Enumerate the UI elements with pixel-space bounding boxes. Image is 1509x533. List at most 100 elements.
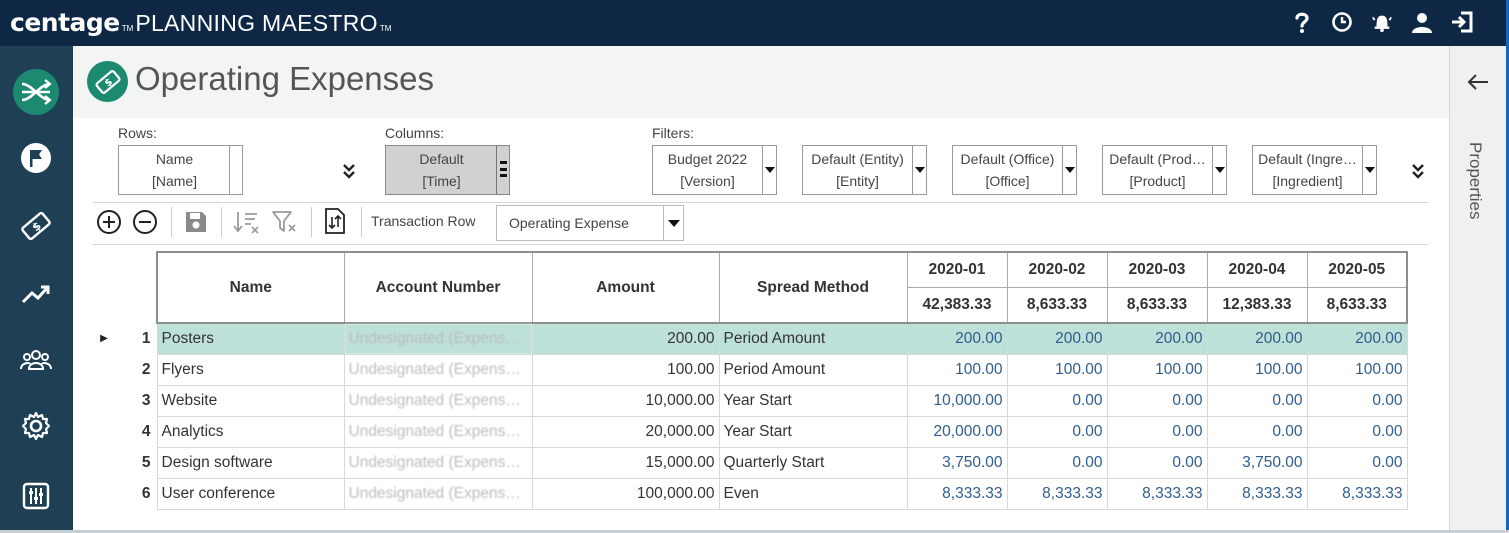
filter-version-dropdown-icon[interactable]: [762, 146, 776, 194]
cell-name[interactable]: Design software: [156, 447, 345, 479]
cell-amount[interactable]: 100.00: [532, 354, 720, 386]
cell-period-value[interactable]: 0.00: [1107, 385, 1208, 417]
cell-amount[interactable]: 100,000.00: [532, 478, 720, 510]
clear-filter-icon[interactable]: [271, 208, 299, 236]
table-row[interactable]: 2 Flyers Undesignated (Expens… 100.00 Pe…: [93, 354, 1408, 386]
cell-period-value[interactable]: 100.00: [907, 354, 1008, 386]
filters-expand-chevron-icon[interactable]: [1411, 161, 1425, 183]
columns-pivot-box[interactable]: Default [Time]: [385, 145, 510, 195]
cell-period-value[interactable]: 8,333.33: [1107, 478, 1208, 510]
cell-period-value[interactable]: 3,750.00: [1207, 447, 1308, 479]
cell-period-value[interactable]: 100.00: [1207, 354, 1308, 386]
save-icon[interactable]: [182, 208, 210, 236]
cell-name[interactable]: User conference: [156, 478, 345, 510]
table-row[interactable]: 5 Design software Undesignated (Expens… …: [93, 447, 1408, 479]
cell-account[interactable]: Undesignated (Expens…: [344, 416, 533, 448]
cell-spread[interactable]: Even: [719, 478, 908, 510]
sliders-icon[interactable]: [12, 474, 60, 518]
cell-period-value[interactable]: 200.00: [907, 323, 1008, 355]
cell-period-value[interactable]: 0.00: [1207, 416, 1308, 448]
cell-account[interactable]: Undesignated (Expens…: [344, 447, 533, 479]
rows-expand-chevron-icon[interactable]: [342, 161, 356, 183]
filter-entity[interactable]: Default (Entity) [Entity]: [802, 145, 927, 195]
column-header-spread[interactable]: Spread Method: [718, 251, 908, 324]
column-header-period[interactable]: 2020-02: [1006, 251, 1108, 288]
cell-account[interactable]: Undesignated (Expens…: [344, 354, 533, 386]
trend-icon[interactable]: [12, 272, 60, 316]
cell-spread[interactable]: Quarterly Start: [719, 447, 908, 479]
row-number[interactable]: 6: [115, 478, 157, 509]
cell-amount[interactable]: 15,000.00: [532, 447, 720, 479]
column-header-period[interactable]: 2020-01: [906, 251, 1008, 288]
column-header-period[interactable]: 2020-04: [1206, 251, 1308, 288]
rows-pivot-box[interactable]: Name [Name]: [118, 145, 243, 195]
table-row[interactable]: 6 User conference Undesignated (Expens… …: [93, 478, 1408, 510]
column-header-amount[interactable]: Amount: [531, 251, 720, 324]
cell-period-value[interactable]: 0.00: [1007, 416, 1108, 448]
cell-amount[interactable]: 20,000.00: [532, 416, 720, 448]
cell-period-value[interactable]: 8,333.33: [1007, 478, 1108, 510]
cell-period-value[interactable]: 8,333.33: [907, 478, 1008, 510]
row-number[interactable]: 1: [115, 323, 157, 354]
column-header-name[interactable]: Name: [156, 251, 345, 324]
row-number[interactable]: 3: [115, 385, 157, 416]
filter-ingredient[interactable]: Default (Ingre… [Ingredient]: [1252, 145, 1377, 195]
cell-spread[interactable]: Year Start: [719, 416, 908, 448]
cell-amount[interactable]: 10,000.00: [532, 385, 720, 417]
clear-sort-icon[interactable]: [233, 208, 261, 236]
cell-period-value[interactable]: 200.00: [1307, 323, 1408, 355]
cell-period-value[interactable]: 0.00: [1007, 447, 1108, 479]
cell-name[interactable]: Analytics: [156, 416, 345, 448]
cell-period-value[interactable]: 200.00: [1207, 323, 1308, 355]
cell-name[interactable]: Posters: [156, 323, 345, 355]
filter-entity-dropdown-icon[interactable]: [912, 146, 926, 194]
column-header-period[interactable]: 2020-03: [1106, 251, 1208, 288]
help-icon[interactable]: [1291, 9, 1313, 35]
filter-version[interactable]: Budget 2022 [Version]: [652, 145, 777, 195]
cell-account[interactable]: Undesignated (Expens…: [344, 323, 533, 355]
cell-period-value[interactable]: 200.00: [1007, 323, 1108, 355]
expense-icon[interactable]: $: [12, 204, 60, 248]
add-row-icon[interactable]: [95, 208, 123, 236]
table-row[interactable]: 4 Analytics Undesignated (Expens… 20,000…: [93, 416, 1408, 448]
row-number[interactable]: 2: [115, 354, 157, 385]
user-icon[interactable]: [1411, 9, 1433, 35]
cell-spread[interactable]: Period Amount: [719, 354, 908, 386]
clock-icon[interactable]: [1331, 9, 1353, 35]
table-row[interactable]: ▶ 1 Posters Undesignated (Expens… 200.00…: [93, 323, 1408, 355]
cell-spread[interactable]: Period Amount: [719, 323, 908, 355]
filter-product[interactable]: Default (Prod… [Product]: [1102, 145, 1227, 195]
cell-period-value[interactable]: 0.00: [1107, 447, 1208, 479]
settings-icon[interactable]: [12, 404, 60, 448]
row-number[interactable]: 4: [115, 416, 157, 447]
cell-period-value[interactable]: 0.00: [1307, 416, 1408, 448]
remove-row-icon[interactable]: [131, 208, 159, 236]
cell-period-value[interactable]: 100.00: [1307, 354, 1408, 386]
cell-name[interactable]: Website: [156, 385, 345, 417]
column-header-period[interactable]: 2020-05: [1306, 251, 1408, 288]
cell-spread[interactable]: Year Start: [719, 385, 908, 417]
column-header-account[interactable]: Account Number: [343, 251, 533, 324]
cell-period-value[interactable]: 200.00: [1107, 323, 1208, 355]
logout-icon[interactable]: [1451, 9, 1473, 35]
cell-account[interactable]: Undesignated (Expens…: [344, 385, 533, 417]
import-export-icon[interactable]: [321, 207, 349, 235]
filter-ingredient-dropdown-icon[interactable]: [1362, 146, 1376, 194]
columns-menu-icon[interactable]: [500, 161, 507, 177]
cell-period-value[interactable]: 8,333.33: [1307, 478, 1408, 510]
workflow-icon[interactable]: [12, 69, 60, 115]
flag-icon[interactable]: [12, 136, 60, 180]
cell-period-value[interactable]: 0.00: [1307, 385, 1408, 417]
cell-period-value[interactable]: 8,333.33: [1207, 478, 1308, 510]
team-icon[interactable]: [12, 338, 60, 382]
transaction-row-select[interactable]: Operating Expense: [496, 205, 684, 241]
cell-account[interactable]: Undesignated (Expens…: [344, 478, 533, 510]
cell-period-value[interactable]: 0.00: [1307, 447, 1408, 479]
cell-period-value[interactable]: 100.00: [1107, 354, 1208, 386]
row-number[interactable]: 5: [115, 447, 157, 478]
cell-period-value[interactable]: 0.00: [1007, 385, 1108, 417]
properties-label[interactable]: Properties: [1465, 142, 1485, 219]
rows-pivot-handle[interactable]: [229, 146, 230, 194]
back-arrow-icon[interactable]: [1464, 68, 1492, 96]
transaction-row-dropdown-icon[interactable]: [663, 206, 683, 240]
